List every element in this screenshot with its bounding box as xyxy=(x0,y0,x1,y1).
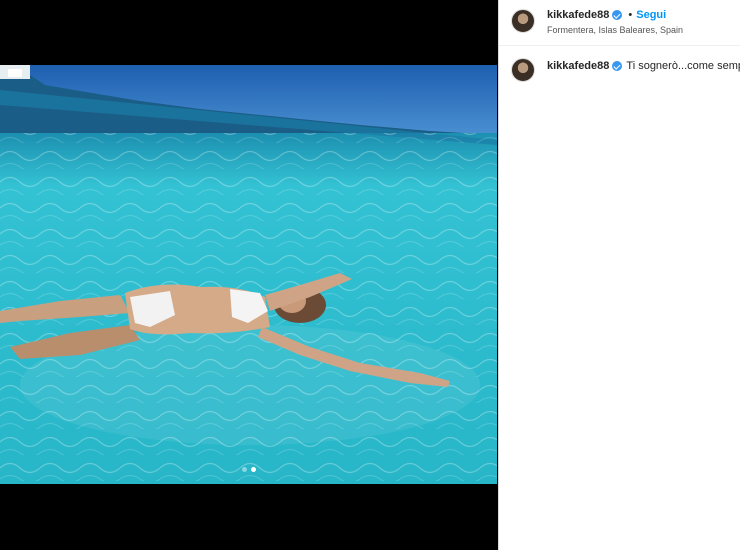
post-photo[interactable] xyxy=(0,65,497,484)
carousel-dot-2-active[interactable] xyxy=(250,467,256,472)
verified-badge-icon xyxy=(612,10,623,20)
caption-avatar[interactable] xyxy=(511,58,535,82)
caption-username-link[interactable]: kikkafede88 xyxy=(547,60,609,72)
location-link[interactable]: Formentera, Islas Baleares, Spain xyxy=(547,25,683,35)
post-header: kikkafede88 • Segui Formentera, Islas Ba… xyxy=(499,0,740,46)
caption-row: kikkafede88 Ti sognerò...come sempre xyxy=(547,60,740,72)
caption-comment: kikkafede88 Ti sognerò...come sempre xyxy=(499,46,740,86)
follow-button[interactable]: Segui xyxy=(636,9,666,21)
carousel-indicator xyxy=(0,467,497,473)
caption-verified-badge-icon xyxy=(612,61,623,71)
caption-text: Ti sognerò...come sempre xyxy=(626,60,740,72)
media-pane xyxy=(0,0,497,550)
header-user-row: kikkafede88 • Segui xyxy=(547,9,666,21)
sea-photo-illustration xyxy=(0,65,497,484)
avatar[interactable] xyxy=(511,9,535,33)
username-link[interactable]: kikkafede88 xyxy=(547,9,609,21)
separator-dot: • xyxy=(628,9,633,21)
post-sidebar: kikkafede88 • Segui Formentera, Islas Ba… xyxy=(498,0,740,550)
carousel-dot-1[interactable] xyxy=(241,467,247,472)
